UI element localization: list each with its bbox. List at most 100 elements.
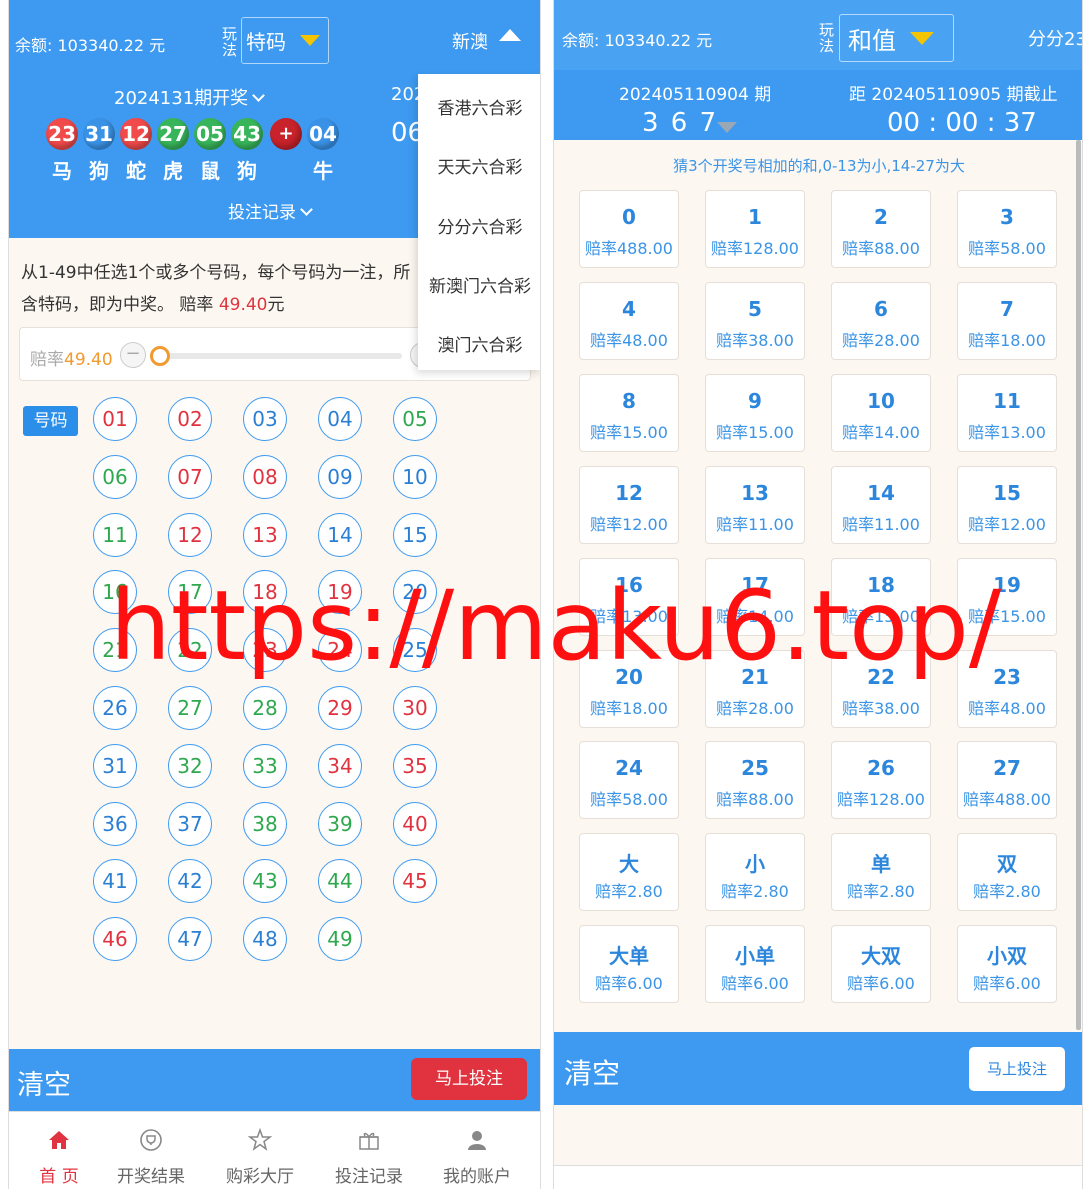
bet-option-card[interactable]: 15 赔率12.00: [957, 465, 1057, 544]
dropdown-item-hk[interactable]: 香港六合彩: [418, 94, 540, 119]
bet-option-card[interactable]: 9 赔率15.00: [705, 373, 805, 452]
number-ball[interactable]: 46: [93, 917, 137, 962]
chevron-down-icon[interactable]: [717, 122, 737, 133]
number-ball[interactable]: 06: [93, 454, 137, 499]
bet-option-odds: 赔率6.00: [847, 974, 915, 994]
bet-option-card[interactable]: 6 赔率28.00: [831, 281, 931, 360]
bet-now-button[interactable]: 马上投注: [411, 1058, 527, 1100]
bet-option-card[interactable]: 12 赔率12.00: [579, 465, 679, 544]
number-ball[interactable]: 03: [243, 397, 287, 441]
number-ball[interactable]: 32: [168, 743, 212, 788]
lottery-switch-label[interactable]: 分分23: [1028, 25, 1082, 51]
number-ball[interactable]: 34: [318, 743, 362, 788]
bet-option-card[interactable]: 小赔率2.80: [705, 833, 805, 912]
bottom-nav-partial: [554, 1165, 1082, 1189]
number-ball[interactable]: 08: [243, 454, 287, 499]
bet-option-card[interactable]: 小双 赔率6.00: [957, 925, 1057, 1004]
number-ball[interactable]: 42: [168, 859, 212, 904]
play-type-select[interactable]: 特码: [241, 17, 329, 64]
bet-option-card[interactable]: 10 赔率14.00: [831, 373, 931, 452]
number-ball[interactable]: 02: [168, 397, 212, 441]
bet-option-value: 小双: [987, 944, 1027, 969]
number-ball[interactable]: 07: [168, 454, 212, 499]
nav-hall[interactable]: 购彩大厅: [210, 1112, 310, 1189]
bet-option-card[interactable]: 7 赔率18.00: [957, 281, 1057, 360]
draw-ball: 23: [46, 118, 78, 150]
bet-option-card[interactable]: 双赔率2.80: [957, 833, 1057, 912]
bet-option-card[interactable]: 14 赔率11.00: [831, 465, 931, 544]
slider-track[interactable]: [152, 353, 402, 359]
bet-option-card[interactable]: 大双 赔率6.00: [831, 925, 931, 1004]
bet-option-card[interactable]: 小单 赔率6.00: [705, 925, 805, 1004]
bet-option-card[interactable]: 25 赔率88.00: [705, 741, 805, 820]
number-ball[interactable]: 47: [168, 917, 212, 962]
number-ball[interactable]: 39: [318, 801, 362, 846]
play-type-select[interactable]: 和值: [839, 14, 954, 62]
number-ball[interactable]: 26: [93, 686, 137, 730]
play-type-label: 玩法: [819, 21, 835, 55]
number-ball[interactable]: 48: [243, 917, 287, 962]
minus-icon[interactable]: −: [120, 342, 146, 368]
bet-option-card[interactable]: 单赔率2.80: [831, 833, 931, 912]
bet-option-card[interactable]: 27 赔率488.00: [957, 741, 1057, 820]
bet-option-card[interactable]: 5 赔率38.00: [705, 281, 805, 360]
number-ball[interactable]: 40: [393, 801, 437, 846]
number-ball[interactable]: 27: [168, 686, 212, 730]
number-ball[interactable]: 01: [93, 397, 137, 441]
nav-bet-records[interactable]: 投注记录: [319, 1112, 419, 1189]
number-ball[interactable]: 36: [93, 801, 137, 846]
number-ball[interactable]: 31: [93, 743, 137, 788]
nav-home[interactable]: 首 页: [9, 1112, 109, 1189]
dropdown-item-daily[interactable]: 天天六合彩: [418, 153, 540, 178]
number-ball[interactable]: 44: [318, 859, 362, 904]
number-ball[interactable]: 09: [318, 454, 362, 499]
bet-option-card[interactable]: 26 赔率128.00: [831, 741, 931, 820]
number-ball[interactable]: 05: [393, 397, 437, 441]
clear-button[interactable]: 清空: [17, 1063, 71, 1102]
nav-account[interactable]: 我的账户: [427, 1112, 527, 1189]
bet-option-value: 12: [615, 480, 643, 505]
bet-option-card[interactable]: 1 赔率128.00: [705, 190, 805, 268]
lottery-switch-label[interactable]: 新澳: [452, 28, 488, 54]
number-ball[interactable]: 29: [318, 686, 362, 730]
number-ball[interactable]: 11: [93, 512, 137, 557]
number-ball[interactable]: 37: [168, 801, 212, 846]
number-ball[interactable]: 41: [93, 859, 137, 904]
bet-option-card[interactable]: 8 赔率15.00: [579, 373, 679, 452]
number-ball[interactable]: 12: [168, 512, 212, 557]
bet-option-card[interactable]: 0 赔率488.00: [579, 190, 679, 268]
bet-option-card[interactable]: 大单 赔率6.00: [579, 925, 679, 1004]
dropdown-item-minute[interactable]: 分分六合彩: [418, 213, 540, 238]
bet-option-card[interactable]: 11 赔率13.00: [957, 373, 1057, 452]
bet-option-odds: 赔率12.00: [590, 514, 668, 534]
clear-button[interactable]: 清空: [564, 1052, 620, 1092]
number-ball[interactable]: 33: [243, 743, 287, 788]
bet-option-card[interactable]: 24 赔率58.00: [579, 741, 679, 820]
dropdown-item-new-macau[interactable]: 新澳门六合彩: [418, 272, 540, 297]
bet-option-card[interactable]: 大赔率2.80: [579, 833, 679, 912]
bet-option-card[interactable]: 13 赔率11.00: [705, 465, 805, 544]
number-ball[interactable]: 38: [243, 801, 287, 846]
number-ball[interactable]: 45: [393, 859, 437, 904]
number-ball[interactable]: 15: [393, 512, 437, 557]
bet-now-button[interactable]: 马上投注: [969, 1047, 1065, 1091]
number-ball[interactable]: 35: [393, 743, 437, 788]
period-open-selector[interactable]: 2024131期开奖: [114, 84, 266, 110]
number-ball[interactable]: 28: [243, 686, 287, 730]
number-ball[interactable]: 30: [393, 686, 437, 730]
nav-results[interactable]: 开奖结果: [101, 1112, 201, 1189]
number-ball[interactable]: 13: [243, 512, 287, 557]
chevron-up-icon[interactable]: [499, 29, 521, 41]
bet-record-link[interactable]: 投注记录: [228, 198, 313, 223]
number-ball[interactable]: 10: [393, 454, 437, 499]
bet-option-card[interactable]: 2 赔率88.00: [831, 190, 931, 268]
bet-option-card[interactable]: 3 赔率58.00: [957, 190, 1057, 268]
number-ball[interactable]: 49: [318, 917, 362, 962]
dropdown-item-macau[interactable]: 澳门六合彩: [418, 331, 540, 356]
number-ball[interactable]: 43: [243, 859, 287, 904]
scrollbar[interactable]: [1076, 140, 1081, 1030]
bet-option-card[interactable]: 4 赔率48.00: [579, 281, 679, 360]
number-ball[interactable]: 14: [318, 512, 362, 557]
number-ball[interactable]: 04: [318, 397, 362, 441]
slider-handle[interactable]: [150, 346, 170, 366]
